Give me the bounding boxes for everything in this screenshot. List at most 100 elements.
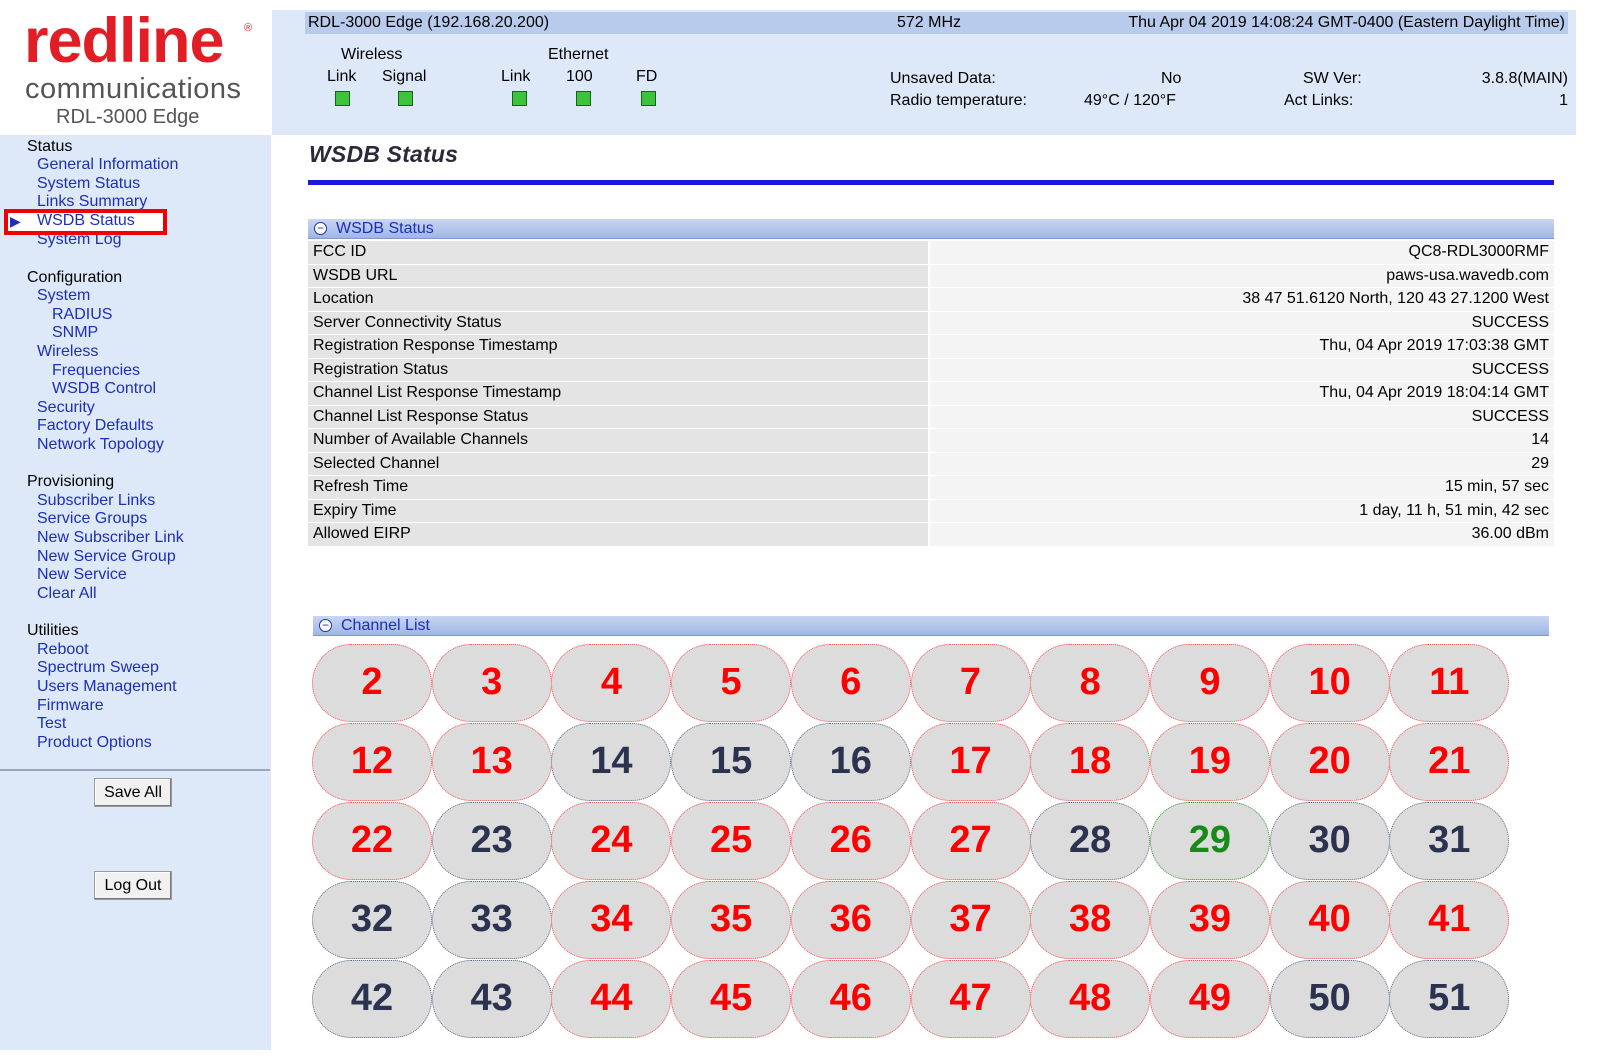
- wsdb-status-panel-header[interactable]: − WSDB Status: [308, 219, 1554, 239]
- wsdb-status-table: FCC ID QC8-RDL3000RMF WSDB URL paws-usa.wav…: [308, 241, 1554, 547]
- wireless-signal-led-icon: [398, 91, 413, 106]
- channel-45-button[interactable]: 45: [671, 960, 792, 1038]
- nav-clear-all[interactable]: Clear All: [37, 585, 97, 604]
- channel-41-button[interactable]: 41: [1389, 881, 1510, 959]
- channel-12-button[interactable]: 12: [312, 723, 432, 801]
- row-key: Selected Channel: [308, 452, 928, 476]
- channel-42-button[interactable]: 42: [312, 960, 432, 1038]
- wireless-link-label: Link: [327, 68, 357, 85]
- channel-16-button[interactable]: 16: [790, 723, 911, 801]
- channel-8-button[interactable]: 8: [1030, 644, 1151, 722]
- channel-6-button[interactable]: 6: [790, 644, 911, 722]
- ethernet-link-led-icon: [512, 91, 527, 106]
- collapse-icon[interactable]: −: [314, 222, 327, 235]
- channel-23-button[interactable]: 23: [431, 802, 552, 880]
- nav-system-status[interactable]: System Status: [37, 175, 140, 194]
- sidebar: redline ® communications RDL-3000 Edge S…: [0, 0, 271, 1050]
- nav-network-topology[interactable]: Network Topology: [37, 436, 164, 455]
- channel-35-button[interactable]: 35: [671, 881, 792, 959]
- channel-29-button[interactable]: 29: [1149, 802, 1270, 880]
- channel-28-button[interactable]: 28: [1030, 802, 1151, 880]
- row-value: 38 47 51.6120 North, 120 43 27.1200 West: [928, 288, 1554, 312]
- channel-51-button[interactable]: 51: [1389, 960, 1510, 1038]
- channel-30-button[interactable]: 30: [1269, 802, 1390, 880]
- channel-48-button[interactable]: 48: [1030, 960, 1151, 1038]
- nav-section-utilities: Utilities: [27, 622, 79, 639]
- nav-reboot[interactable]: Reboot: [37, 641, 89, 660]
- channel-19-button[interactable]: 19: [1149, 723, 1270, 801]
- nav-subscriber-links[interactable]: Subscriber Links: [37, 492, 155, 511]
- sidebar-divider: [0, 769, 270, 771]
- channel-37-button[interactable]: 37: [910, 881, 1031, 959]
- nav-firmware[interactable]: Firmware: [37, 697, 104, 716]
- wireless-link-led-icon: [335, 91, 350, 106]
- channel-47-button[interactable]: 47: [910, 960, 1031, 1038]
- channel-31-button[interactable]: 31: [1389, 802, 1510, 880]
- table-row: WSDB URL paws-usa.wavedb.com: [308, 264, 1554, 288]
- channel-46-button[interactable]: 46: [790, 960, 911, 1038]
- channel-7-button[interactable]: 7: [910, 644, 1031, 722]
- nav-wireless[interactable]: Wireless: [37, 343, 98, 362]
- channel-18-button[interactable]: 18: [1030, 723, 1151, 801]
- logo-subtitle: communications: [25, 73, 242, 105]
- channel-4-button[interactable]: 4: [551, 644, 672, 722]
- nav-security[interactable]: Security: [37, 399, 95, 418]
- channel-40-button[interactable]: 40: [1269, 881, 1390, 959]
- header-title-bar: RDL-3000 Edge (192.168.20.200) 572 MHz T…: [305, 12, 1568, 34]
- channel-3-button[interactable]: 3: [431, 644, 552, 722]
- channel-14-button[interactable]: 14: [551, 723, 672, 801]
- channel-9-button[interactable]: 9: [1149, 644, 1270, 722]
- nav-users-management[interactable]: Users Management: [37, 678, 177, 697]
- nav-snmp[interactable]: SNMP: [52, 324, 98, 343]
- ethernet-100-led-icon: [576, 91, 591, 106]
- channel-24-button[interactable]: 24: [551, 802, 672, 880]
- channel-26-button[interactable]: 26: [790, 802, 911, 880]
- log-out-button[interactable]: Log Out: [94, 871, 172, 900]
- ethernet-fd-label: FD: [636, 68, 658, 85]
- nav-product-options[interactable]: Product Options: [37, 734, 152, 753]
- radio-temperature-value: 49°C / 120°F: [1084, 92, 1176, 109]
- channel-50-button[interactable]: 50: [1269, 960, 1390, 1038]
- nav-wsdb-status[interactable]: WSDB Status: [37, 212, 135, 231]
- channel-43-button[interactable]: 43: [431, 960, 552, 1038]
- row-value: 15 min, 57 sec: [928, 476, 1554, 500]
- channel-22-button[interactable]: 22: [312, 802, 432, 880]
- channel-36-button[interactable]: 36: [790, 881, 911, 959]
- channel-11-button[interactable]: 11: [1389, 644, 1510, 722]
- channel-38-button[interactable]: 38: [1030, 881, 1151, 959]
- channel-10-button[interactable]: 10: [1269, 644, 1390, 722]
- channel-44-button[interactable]: 44: [551, 960, 672, 1038]
- nav-frequencies[interactable]: Frequencies: [52, 362, 140, 381]
- row-value: QC8-RDL3000RMF: [928, 241, 1554, 265]
- nav-new-subscriber-link[interactable]: New Subscriber Link: [37, 529, 184, 548]
- channel-list-panel-header[interactable]: − Channel List: [313, 616, 1549, 636]
- channel-39-button[interactable]: 39: [1149, 881, 1270, 959]
- channel-34-button[interactable]: 34: [551, 881, 672, 959]
- collapse-icon[interactable]: −: [319, 619, 332, 632]
- nav-wsdb-control[interactable]: WSDB Control: [52, 380, 156, 399]
- channel-list-panel-title: Channel List: [341, 617, 430, 634]
- nav-radius[interactable]: RADIUS: [52, 306, 112, 325]
- nav-spectrum-sweep[interactable]: Spectrum Sweep: [37, 659, 159, 678]
- nav-factory-defaults[interactable]: Factory Defaults: [37, 417, 153, 436]
- channel-27-button[interactable]: 27: [910, 802, 1031, 880]
- sw-version-label: SW Ver:: [1303, 70, 1362, 87]
- nav-service-groups[interactable]: Service Groups: [37, 510, 147, 529]
- channel-33-button[interactable]: 33: [431, 881, 552, 959]
- channel-20-button[interactable]: 20: [1269, 723, 1390, 801]
- channel-32-button[interactable]: 32: [312, 881, 432, 959]
- nav-general-information[interactable]: General Information: [37, 156, 178, 175]
- channel-21-button[interactable]: 21: [1389, 723, 1510, 801]
- nav-new-service-group[interactable]: New Service Group: [37, 548, 176, 567]
- nav-system[interactable]: System: [37, 287, 90, 306]
- channel-2-button[interactable]: 2: [312, 644, 432, 722]
- channel-13-button[interactable]: 13: [431, 723, 552, 801]
- channel-17-button[interactable]: 17: [910, 723, 1031, 801]
- channel-5-button[interactable]: 5: [671, 644, 792, 722]
- channel-25-button[interactable]: 25: [671, 802, 792, 880]
- save-all-button[interactable]: Save All: [94, 778, 172, 807]
- channel-49-button[interactable]: 49: [1149, 960, 1270, 1038]
- channel-15-button[interactable]: 15: [671, 723, 792, 801]
- nav-test[interactable]: Test: [37, 715, 66, 734]
- nav-new-service[interactable]: New Service: [37, 566, 127, 585]
